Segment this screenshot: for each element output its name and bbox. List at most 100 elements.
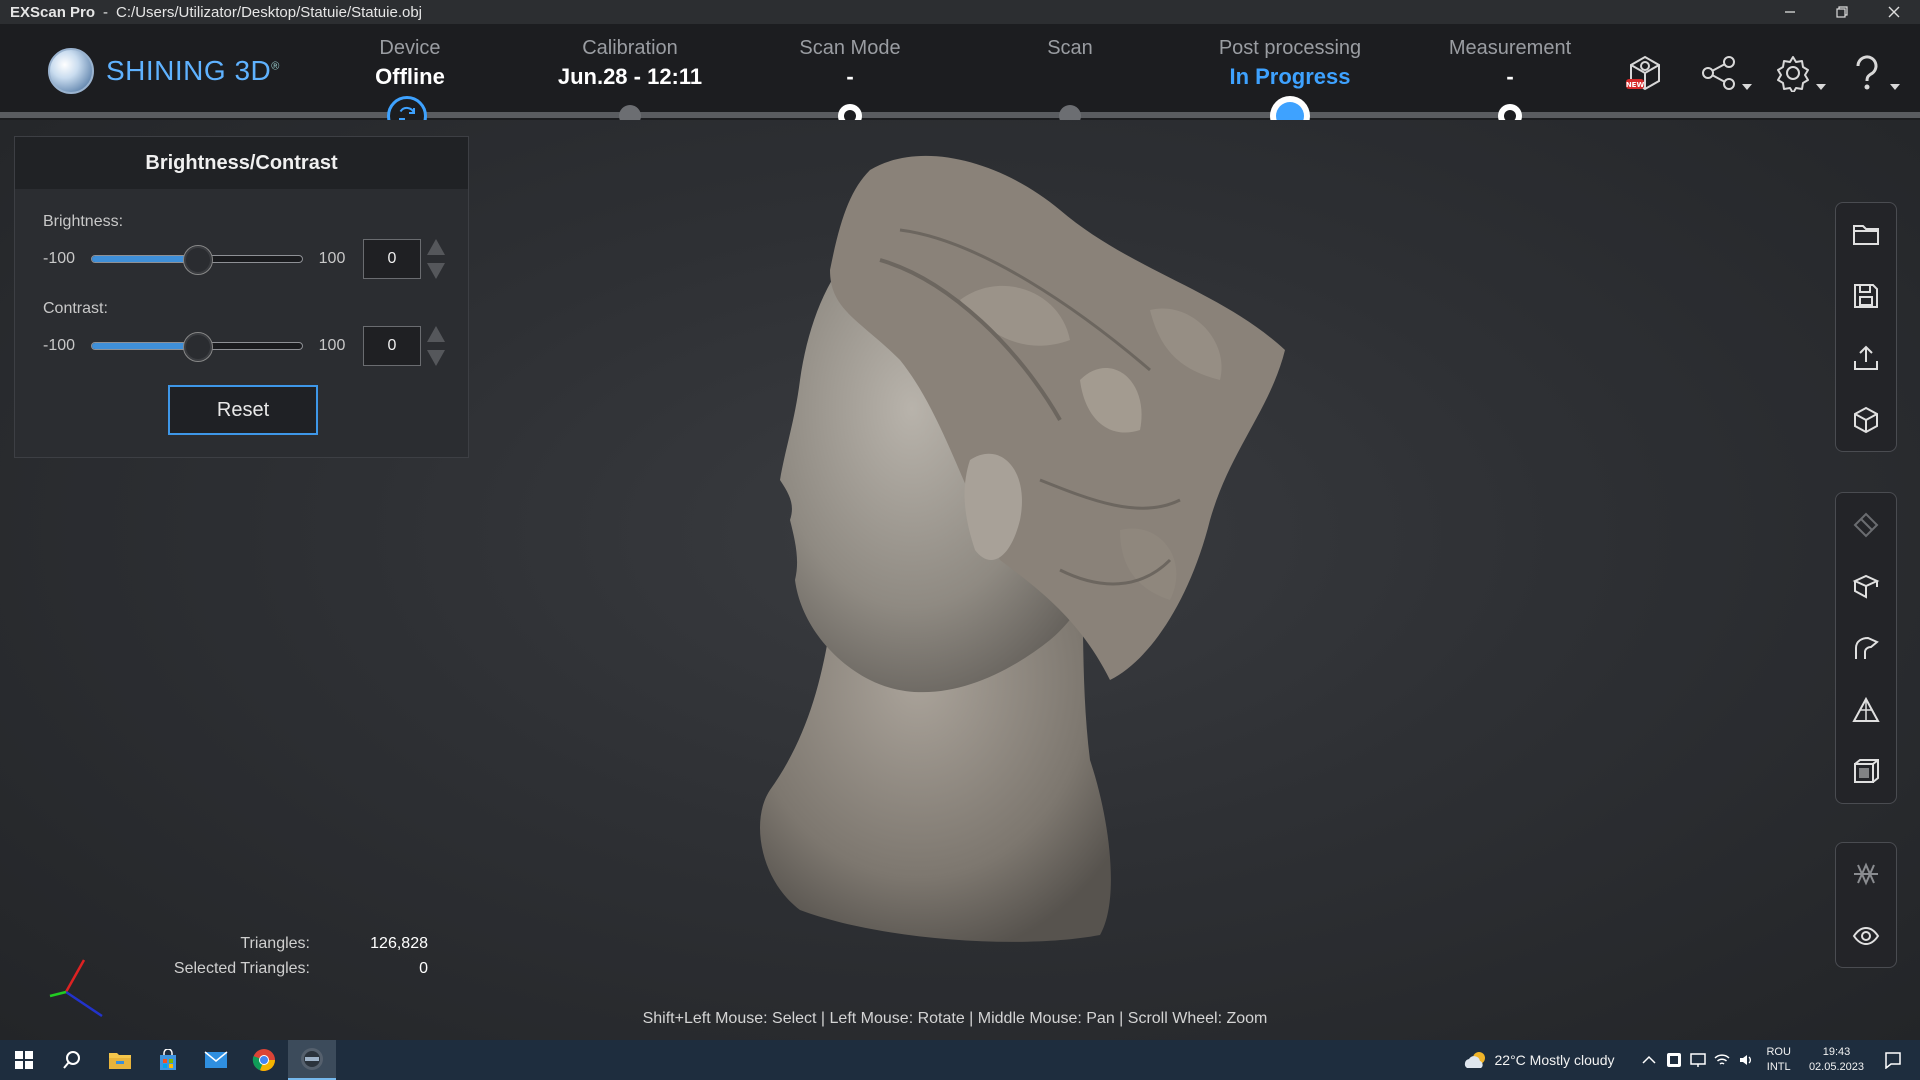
step-label: Measurement bbox=[1448, 37, 1572, 59]
logo-sphere-icon bbox=[48, 48, 94, 94]
close-button[interactable] bbox=[1868, 0, 1920, 24]
step-calibration[interactable]: Calibration Jun.28 - 12:11 bbox=[520, 34, 740, 92]
step-measurement[interactable]: Measurement - bbox=[1400, 34, 1620, 92]
share-button[interactable] bbox=[1696, 50, 1752, 96]
contrast-slider[interactable] bbox=[91, 332, 303, 362]
step-value: Jun.28 - 12:11 bbox=[557, 64, 703, 89]
title-bar: EXScan Pro - C:/Users/Utilizator/Desktop… bbox=[0, 0, 1920, 24]
start-button[interactable] bbox=[0, 1040, 48, 1080]
brightness-input[interactable]: 0 bbox=[363, 239, 421, 279]
mouse-hint: Shift+Left Mouse: Select | Left Mouse: R… bbox=[642, 1010, 1268, 1027]
chevron-down-icon bbox=[1816, 84, 1826, 90]
brightness-contrast-panel: Brightness/Contrast Brightness: -100 100… bbox=[14, 136, 469, 458]
step-scan-mode[interactable]: Scan Mode - bbox=[740, 34, 960, 92]
store-button[interactable] bbox=[144, 1040, 192, 1080]
header-toolbar: NEW bbox=[1622, 50, 1900, 96]
step-value: Offline bbox=[375, 64, 445, 89]
chrome-icon bbox=[252, 1049, 275, 1071]
wifi-icon[interactable] bbox=[1714, 1052, 1731, 1068]
gear-icon bbox=[1777, 56, 1809, 92]
app-tray-icon[interactable] bbox=[1666, 1052, 1682, 1068]
spinner-down-icon[interactable] bbox=[427, 263, 445, 279]
eraser-icon bbox=[1853, 512, 1879, 538]
step-label: Device bbox=[379, 37, 441, 59]
volume-icon[interactable] bbox=[1738, 1052, 1754, 1068]
step-scan[interactable]: Scan bbox=[960, 34, 1180, 62]
plane-cut-button[interactable] bbox=[1835, 555, 1897, 617]
save-icon bbox=[1854, 284, 1878, 308]
brightness-spinner[interactable] bbox=[427, 239, 445, 279]
panel-title: Brightness/Contrast bbox=[15, 137, 468, 189]
save-button[interactable] bbox=[1835, 265, 1897, 327]
plane-cut-icon bbox=[1852, 574, 1880, 599]
mail-icon bbox=[204, 1051, 228, 1068]
window-controls bbox=[1764, 0, 1920, 24]
brightness-knob[interactable] bbox=[183, 245, 213, 275]
step-post-processing[interactable]: Post processing In Progress bbox=[1180, 34, 1400, 92]
selected-triangles-value: 0 bbox=[419, 960, 428, 977]
windows-logo-icon bbox=[15, 1051, 33, 1069]
weather-text[interactable]: 22°C Mostly cloudy bbox=[1495, 1052, 1615, 1068]
view-toolbar bbox=[1835, 842, 1897, 968]
minimize-button[interactable] bbox=[1764, 0, 1816, 24]
wireframe-icon bbox=[1854, 862, 1878, 886]
system-tray: 22°C Mostly cloudy ROU INTL 19:43 02.05.… bbox=[1463, 1040, 1920, 1080]
visibility-button[interactable] bbox=[1835, 905, 1897, 967]
mesh-button[interactable] bbox=[1835, 679, 1897, 741]
help-button[interactable] bbox=[1844, 50, 1900, 96]
chrome-button[interactable] bbox=[240, 1040, 288, 1080]
brightness-slider[interactable] bbox=[91, 245, 303, 275]
contrast-input[interactable]: 0 bbox=[363, 326, 421, 366]
spinner-up-icon[interactable] bbox=[427, 239, 445, 255]
contrast-knob[interactable] bbox=[183, 332, 213, 362]
eraser-button[interactable] bbox=[1835, 493, 1897, 555]
step-value: In Progress bbox=[1229, 64, 1351, 89]
wireframe-button[interactable] bbox=[1835, 843, 1897, 905]
eye-icon bbox=[1852, 926, 1880, 946]
step-label: Post processing bbox=[1218, 37, 1362, 59]
new-scanner-icon: NEW bbox=[1626, 55, 1660, 91]
input-language[interactable]: ROU INTL bbox=[1766, 1045, 1790, 1075]
model-cube-icon bbox=[1854, 406, 1878, 434]
new-scanner-button[interactable]: NEW bbox=[1622, 50, 1668, 96]
svg-text:NEW: NEW bbox=[1626, 81, 1645, 89]
language-code: ROU bbox=[1766, 1046, 1791, 1058]
step-label: Scan bbox=[1047, 37, 1093, 59]
curve-icon bbox=[1855, 636, 1879, 659]
box-select-button[interactable] bbox=[1835, 741, 1897, 803]
spinner-down-icon[interactable] bbox=[427, 350, 445, 366]
reset-button[interactable]: Reset bbox=[168, 385, 318, 435]
chevron-down-icon bbox=[1742, 84, 1752, 90]
taskbar: 22°C Mostly cloudy ROU INTL 19:43 02.05.… bbox=[0, 1040, 1920, 1080]
contrast-label: Contrast: bbox=[43, 300, 108, 317]
exscan-taskbar-button[interactable] bbox=[288, 1040, 336, 1080]
chevron-down-icon bbox=[1890, 84, 1900, 90]
box-select-icon bbox=[1854, 759, 1879, 783]
open-button[interactable] bbox=[1835, 203, 1897, 265]
edit-toolbar bbox=[1835, 492, 1897, 804]
brand-logo: SHINING 3D® bbox=[48, 48, 280, 94]
brightness-label: Brightness: bbox=[43, 213, 124, 230]
store-icon bbox=[160, 1049, 176, 1070]
app-name: EXScan Pro bbox=[10, 3, 96, 21]
open-folder-icon bbox=[1853, 225, 1879, 245]
chevron-up-icon[interactable] bbox=[1642, 1055, 1657, 1065]
model-button[interactable] bbox=[1835, 389, 1897, 451]
contrast-spinner[interactable] bbox=[427, 326, 445, 366]
spinner-up-icon[interactable] bbox=[427, 326, 445, 342]
title-separator: - bbox=[103, 3, 109, 21]
network-adapter-icon[interactable] bbox=[1690, 1052, 1707, 1068]
step-device[interactable]: Device Offline bbox=[300, 34, 520, 92]
mail-button[interactable] bbox=[192, 1040, 240, 1080]
search-button[interactable] bbox=[48, 1040, 96, 1080]
clock[interactable]: 19:43 02.05.2023 bbox=[1809, 1045, 1864, 1075]
file-explorer-button[interactable] bbox=[96, 1040, 144, 1080]
file-path: C:/Users/Utilizator/Desktop/Statuie/Stat… bbox=[116, 3, 423, 21]
contrast-fill bbox=[92, 343, 197, 349]
settings-button[interactable] bbox=[1770, 50, 1826, 96]
notification-icon[interactable] bbox=[1884, 1051, 1902, 1069]
restore-button[interactable] bbox=[1816, 0, 1868, 24]
contrast-max: 100 bbox=[318, 337, 346, 354]
export-button[interactable] bbox=[1835, 327, 1897, 389]
curve-button[interactable] bbox=[1835, 617, 1897, 679]
